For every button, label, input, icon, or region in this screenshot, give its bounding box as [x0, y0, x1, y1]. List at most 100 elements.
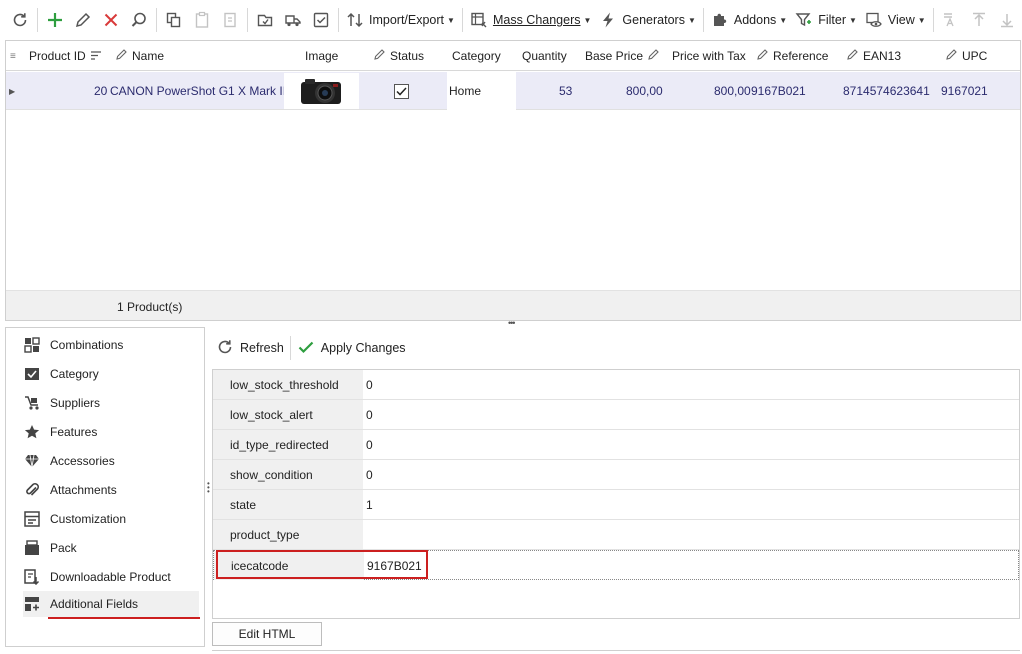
property-key: icecatcode — [214, 551, 364, 580]
cell-base-price[interactable]: 800,00 — [626, 72, 663, 110]
product-image[interactable] — [284, 73, 359, 109]
nav-item-features[interactable]: Features — [23, 419, 199, 445]
column-label: UPC — [962, 49, 988, 63]
column-header-status[interactable]: Status — [374, 41, 424, 71]
refresh-label: Refresh — [240, 341, 284, 355]
nav-item-label: Attachments — [50, 483, 117, 497]
column-header-category[interactable]: Category — [452, 41, 501, 71]
paperclip-icon — [23, 481, 41, 499]
cell-price-with-tax[interactable]: 800,00 — [714, 72, 751, 110]
cell-category[interactable]: Home — [447, 72, 516, 110]
pencil-icon — [946, 49, 957, 63]
nav-item-combinations[interactable]: Combinations — [23, 332, 199, 358]
filter-menu[interactable]: Filter ▼ — [791, 6, 861, 34]
column-header-base-price[interactable]: Base Price — [585, 41, 659, 71]
vertical-splitter-grip[interactable]: • • • — [207, 480, 210, 496]
cell-product-id[interactable]: 20 — [94, 72, 107, 110]
mass-changers-label: Mass Changers — [492, 13, 581, 27]
apply-changes-button[interactable]: Apply Changes — [293, 333, 410, 363]
column-label: Status — [390, 49, 425, 63]
property-value[interactable]: 0 — [363, 400, 1019, 429]
property-value[interactable]: 9167B021 — [364, 551, 1020, 580]
property-value[interactable] — [363, 520, 1019, 549]
column-header-quantity[interactable]: Quantity — [522, 41, 567, 71]
horizontal-splitter-grip[interactable]: ••• — [508, 319, 518, 328]
nav-item-additional-fields[interactable]: Additional Fields — [23, 591, 199, 617]
column-label: Image — [305, 49, 339, 63]
column-header-reference[interactable]: Reference — [757, 41, 828, 71]
delete-icon[interactable] — [97, 6, 125, 34]
nav-item-pack[interactable]: Pack — [23, 535, 199, 561]
generators-label: Generators — [622, 13, 685, 27]
column-header-upc[interactable]: UPC — [946, 41, 987, 71]
view-menu[interactable]: View ▼ — [861, 6, 930, 34]
addons-label: Addons — [733, 13, 777, 27]
mass-changers-menu[interactable]: Mass Changers ▼ — [466, 6, 595, 34]
generators-menu[interactable]: Generators ▼ — [595, 6, 699, 34]
property-value[interactable]: 0 — [363, 370, 1019, 399]
row-menu-icon[interactable]: ≡ — [10, 41, 16, 71]
checkmark-icon — [396, 86, 407, 96]
property-key: show_condition — [213, 460, 363, 489]
toolbar-separator — [461, 8, 463, 32]
nav-item-label: Suppliers — [50, 396, 101, 410]
truck-icon[interactable] — [279, 6, 307, 34]
property-row[interactable]: low_stock_threshold 0 — [213, 370, 1019, 400]
column-header-product-id[interactable]: Product ID — [29, 41, 101, 71]
move-down-icon[interactable] — [993, 6, 1021, 34]
toolbar-separator — [37, 8, 38, 32]
property-value[interactable]: 0 — [363, 430, 1019, 459]
nav-item-accessories[interactable]: Accessories — [23, 448, 199, 474]
column-label: Category — [452, 49, 501, 63]
duplicate-icon[interactable] — [216, 6, 244, 34]
addons-menu[interactable]: Addons ▼ — [707, 6, 791, 34]
property-row[interactable]: product_type — [213, 520, 1019, 550]
property-key: state — [213, 490, 363, 519]
export-icon[interactable] — [251, 6, 279, 34]
status-checkbox[interactable] — [394, 83, 409, 99]
property-row[interactable]: state 1 — [213, 490, 1019, 520]
column-header-price-with-tax[interactable]: Price with Tax — [672, 41, 746, 71]
property-row-selected[interactable]: icecatcode 9167B021 — [213, 550, 1019, 580]
nav-item-customization[interactable]: Customization — [23, 506, 199, 532]
checklist-icon[interactable] — [307, 6, 335, 34]
property-row[interactable]: id_type_redirected 0 — [213, 430, 1019, 460]
edit-html-button[interactable]: Edit HTML — [212, 622, 322, 646]
sort-arrows-icon — [346, 11, 364, 29]
column-header-ean13[interactable]: EAN13 — [847, 41, 901, 71]
column-label: EAN13 — [863, 49, 902, 63]
copy-icon[interactable] — [160, 6, 188, 34]
nav-item-suppliers[interactable]: Suppliers — [23, 390, 199, 416]
nav-item-attachments[interactable]: Attachments — [23, 477, 199, 503]
cell-ean13[interactable]: 8714574623641 — [843, 72, 930, 110]
column-header-image[interactable]: Image — [305, 41, 338, 71]
refresh-icon — [216, 338, 234, 359]
search-icon[interactable] — [125, 6, 153, 34]
refresh-button[interactable]: Refresh — [212, 333, 288, 363]
edit-icon[interactable] — [69, 6, 97, 34]
caret-down-icon: ▼ — [779, 15, 788, 25]
move-up-icon[interactable] — [965, 6, 993, 34]
property-row[interactable]: low_stock_alert 0 — [213, 400, 1019, 430]
customization-icon — [23, 510, 41, 528]
nav-item-downloadable-product[interactable]: Downloadable Product — [23, 564, 199, 590]
cell-upc[interactable]: 9167021 — [941, 72, 988, 110]
cell-status[interactable] — [394, 72, 409, 110]
checkmark-icon — [297, 338, 315, 359]
import-export-menu[interactable]: Import/Export ▼ — [342, 6, 459, 34]
nav-item-category[interactable]: Category — [23, 361, 199, 387]
refresh-icon[interactable] — [6, 6, 34, 34]
property-value[interactable]: 1 — [363, 490, 1019, 519]
find-replace-icon[interactable] — [937, 6, 965, 34]
add-icon[interactable] — [41, 6, 69, 34]
property-row[interactable]: show_condition 0 — [213, 460, 1019, 490]
cell-reference[interactable]: 9167B021 — [751, 72, 806, 110]
property-value[interactable]: 0 — [363, 460, 1019, 489]
cell-name[interactable]: CANON PowerShot G1 X Mark II — [110, 72, 286, 110]
property-key: low_stock_alert — [213, 400, 363, 429]
paste-icon[interactable] — [188, 6, 216, 34]
column-header-name[interactable]: Name — [116, 41, 164, 71]
table-row[interactable]: ▶ 20 CANON PowerShot G1 X Mark II Home 5… — [6, 72, 1020, 110]
caret-down-icon: ▼ — [687, 15, 696, 25]
cell-quantity[interactable]: 53 — [559, 72, 572, 110]
